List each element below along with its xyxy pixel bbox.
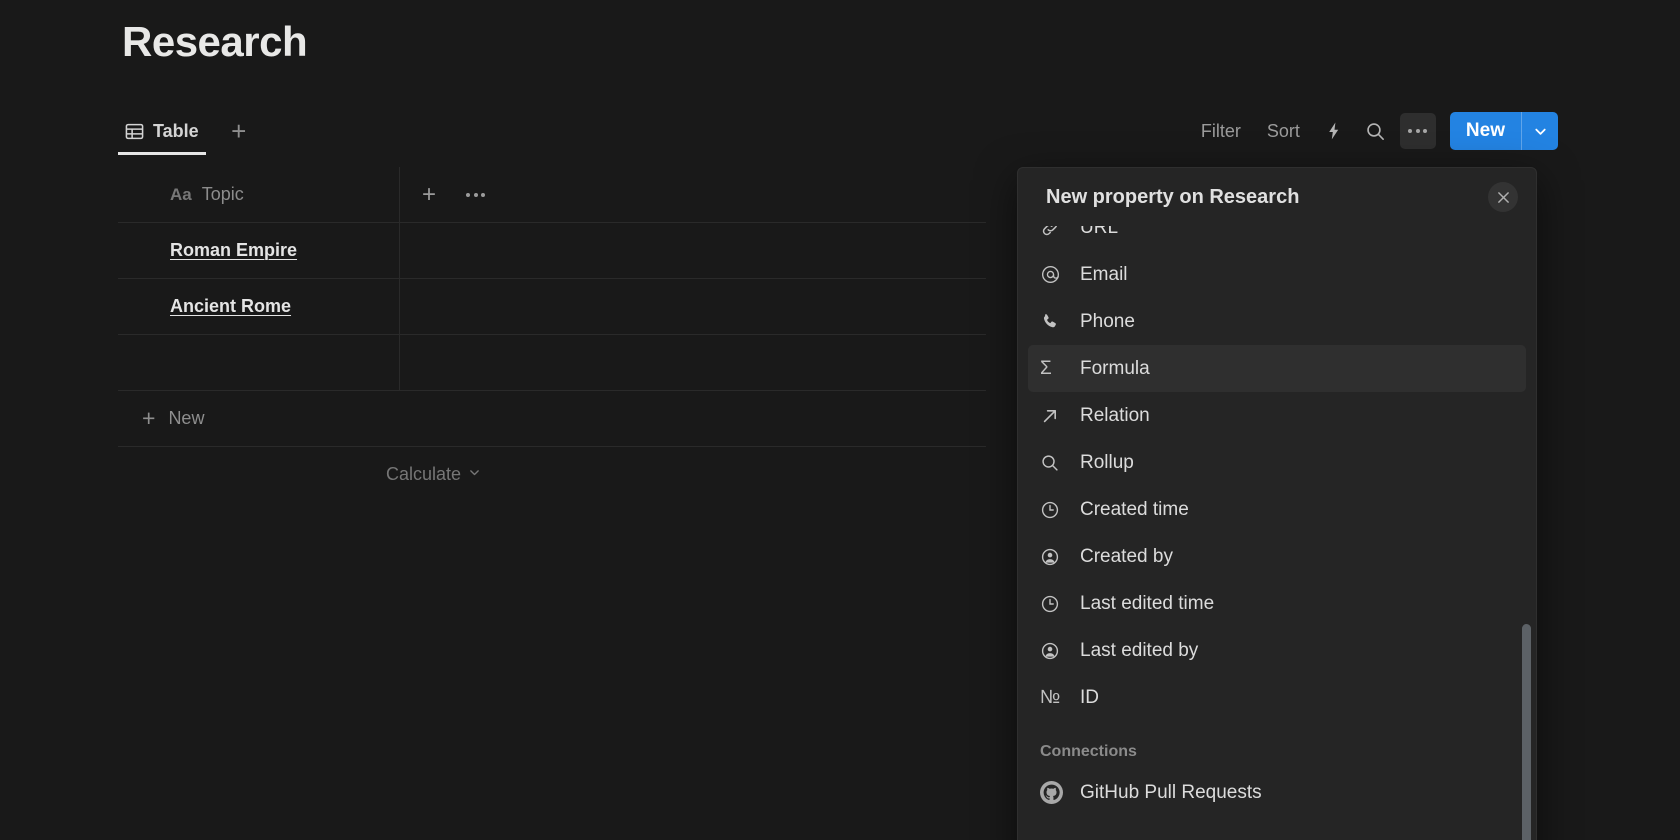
- phone-icon: [1040, 312, 1070, 332]
- add-view-button[interactable]: +: [222, 114, 256, 148]
- plus-icon: +: [142, 407, 155, 430]
- table-options-icon[interactable]: [466, 193, 485, 197]
- table-cell-empty[interactable]: [400, 279, 986, 334]
- row-title-link[interactable]: Roman Empire: [170, 240, 297, 261]
- property-type-phone[interactable]: Phone: [1028, 298, 1526, 345]
- panel-scrollbar-thumb[interactable]: [1522, 624, 1531, 840]
- property-type-id[interactable]: № ID: [1028, 674, 1526, 721]
- table-row[interactable]: [118, 335, 986, 391]
- add-property-icon[interactable]: +: [422, 183, 436, 207]
- property-type-label: Relation: [1080, 405, 1150, 427]
- text-type-icon: Aa: [170, 185, 192, 205]
- column-header-topic[interactable]: Aa Topic: [118, 167, 400, 222]
- property-type-rollup[interactable]: Rollup: [1028, 439, 1526, 486]
- section-header-connections: Connections: [1028, 721, 1526, 769]
- add-row-label: New: [168, 408, 204, 429]
- new-button[interactable]: New: [1450, 112, 1521, 150]
- numero-icon: №: [1040, 688, 1070, 707]
- property-type-formula[interactable]: Σ Formula: [1028, 345, 1526, 392]
- property-type-url[interactable]: URL: [1028, 226, 1526, 251]
- calculate-button[interactable]: Calculate: [118, 447, 986, 501]
- row-title-link[interactable]: Ancient Rome: [170, 296, 291, 317]
- property-type-label: Last edited time: [1080, 593, 1214, 615]
- filter-button[interactable]: Filter: [1191, 114, 1251, 149]
- property-type-label: Last edited by: [1080, 640, 1198, 662]
- table-cell-topic[interactable]: Roman Empire: [118, 223, 400, 278]
- view-bar: Table + Filter Sort New: [118, 107, 1578, 155]
- property-type-created-time[interactable]: Created time: [1028, 486, 1526, 533]
- table-grid-icon: [125, 122, 144, 141]
- property-type-label: Rollup: [1080, 452, 1134, 474]
- search-icon[interactable]: [1358, 113, 1394, 149]
- sort-button[interactable]: Sort: [1257, 114, 1310, 149]
- property-type-label: URL: [1080, 226, 1118, 239]
- new-button-group[interactable]: New: [1450, 112, 1558, 150]
- table-header-row: Aa Topic +: [118, 167, 986, 223]
- table-cell-empty[interactable]: [400, 335, 986, 390]
- table-row[interactable]: Roman Empire: [118, 223, 986, 279]
- property-type-email[interactable]: Email: [1028, 251, 1526, 298]
- view-tabs: Table +: [118, 107, 256, 155]
- person-circle-icon: [1040, 547, 1070, 567]
- sigma-icon: Σ: [1040, 359, 1070, 378]
- calculate-label: Calculate: [386, 464, 461, 485]
- github-icon: [1040, 781, 1070, 804]
- chevron-down-icon[interactable]: [1522, 112, 1558, 150]
- chevron-down-icon: [468, 466, 481, 482]
- close-icon[interactable]: [1488, 182, 1518, 212]
- view-toolbar: Filter Sort New: [1191, 112, 1578, 150]
- person-circle-icon: [1040, 641, 1070, 661]
- lightning-bolt-icon[interactable]: [1316, 113, 1352, 149]
- table-row[interactable]: Ancient Rome: [118, 279, 986, 335]
- property-type-label: ID: [1080, 687, 1099, 709]
- property-type-label: GitHub Pull Requests: [1080, 782, 1262, 804]
- table-cell-topic[interactable]: [118, 335, 400, 390]
- clock-icon: [1040, 594, 1070, 614]
- property-type-label: Email: [1080, 264, 1128, 286]
- link-icon: [1040, 226, 1070, 238]
- database-table: Aa Topic + Roman Empire Ancient Rome + N…: [118, 167, 986, 501]
- at-sign-icon: [1040, 264, 1070, 285]
- property-type-relation[interactable]: Relation: [1028, 392, 1526, 439]
- property-type-last-edited-by[interactable]: Last edited by: [1028, 627, 1526, 674]
- page-title: Research: [122, 18, 307, 66]
- property-type-last-edited-time[interactable]: Last edited time: [1028, 580, 1526, 627]
- new-property-panel: New property on Research URL: [1017, 167, 1537, 840]
- table-cell-topic[interactable]: Ancient Rome: [118, 279, 400, 334]
- column-header-label: Topic: [202, 184, 244, 205]
- panel-title: New property on Research: [1046, 186, 1488, 209]
- panel-header: New property on Research: [1018, 168, 1536, 226]
- property-type-label: Formula: [1080, 358, 1150, 380]
- property-type-label: Created time: [1080, 499, 1189, 521]
- more-options-button[interactable]: [1400, 113, 1436, 149]
- property-type-label: Phone: [1080, 311, 1135, 333]
- arrow-up-right-icon: [1040, 406, 1070, 426]
- tab-table[interactable]: Table: [118, 107, 206, 155]
- property-type-github-pull-requests[interactable]: GitHub Pull Requests: [1028, 769, 1526, 816]
- magnifier-icon: [1040, 453, 1070, 473]
- add-row-button[interactable]: + New: [118, 391, 986, 447]
- table-header-actions: +: [400, 167, 986, 222]
- clock-icon: [1040, 500, 1070, 520]
- tab-table-label: Table: [153, 121, 199, 142]
- ellipsis-icon: [1408, 129, 1427, 133]
- table-cell-empty[interactable]: [400, 223, 986, 278]
- property-type-label: Created by: [1080, 546, 1173, 568]
- property-type-created-by[interactable]: Created by: [1028, 533, 1526, 580]
- property-type-list[interactable]: URL Email Phone: [1018, 226, 1536, 840]
